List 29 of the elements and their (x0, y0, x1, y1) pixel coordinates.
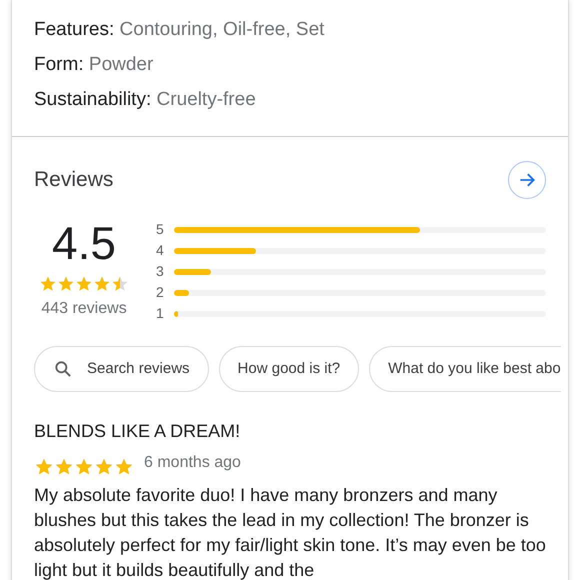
attribute-line: Form: Powder (33, 53, 154, 77)
star-icon (93, 275, 111, 293)
review-text: My absolute favorite duo! I have many bronzers and many blushes but this takes the lead in my collection! The bronzer is absolutely perfect for my fair/light skin tone. It’s may even be too light but it builds beautifully and the (34, 484, 546, 580)
star-icon (114, 457, 134, 477)
attribute-line: Sustainability: Cruelty-free (33, 88, 257, 112)
rating-label: 2 (156, 283, 165, 302)
question-chip[interactable]: What do you like best abo (369, 346, 561, 392)
star-icon (39, 275, 57, 293)
review-title: BLENDS LIKE A DREAM! (34, 420, 242, 443)
rating-label: 1 (156, 304, 165, 323)
search-icon (53, 359, 73, 379)
star-icon (111, 275, 129, 293)
star-icon (75, 275, 93, 293)
rating-label: 5 (156, 220, 165, 239)
question-chip[interactable]: How good is it? (218, 346, 360, 392)
attribute-line: Features: Contouring, Oil-free, Set (33, 18, 326, 42)
review-count: 443 reviews (41, 299, 127, 319)
arrow-button[interactable] (508, 161, 546, 199)
rating-value: 4.5 (52, 219, 116, 267)
star-icon (94, 457, 114, 477)
star-icon (54, 457, 74, 477)
rating-label: 3 (156, 262, 165, 281)
rating-label: 4 (156, 241, 165, 260)
star-icon (57, 275, 75, 293)
star-icon (34, 457, 54, 477)
section-title: Reviews (34, 167, 114, 194)
star-icon (74, 457, 94, 477)
search-chip[interactable]: Search reviews (34, 346, 209, 392)
review-time: 6 months ago (144, 453, 241, 473)
